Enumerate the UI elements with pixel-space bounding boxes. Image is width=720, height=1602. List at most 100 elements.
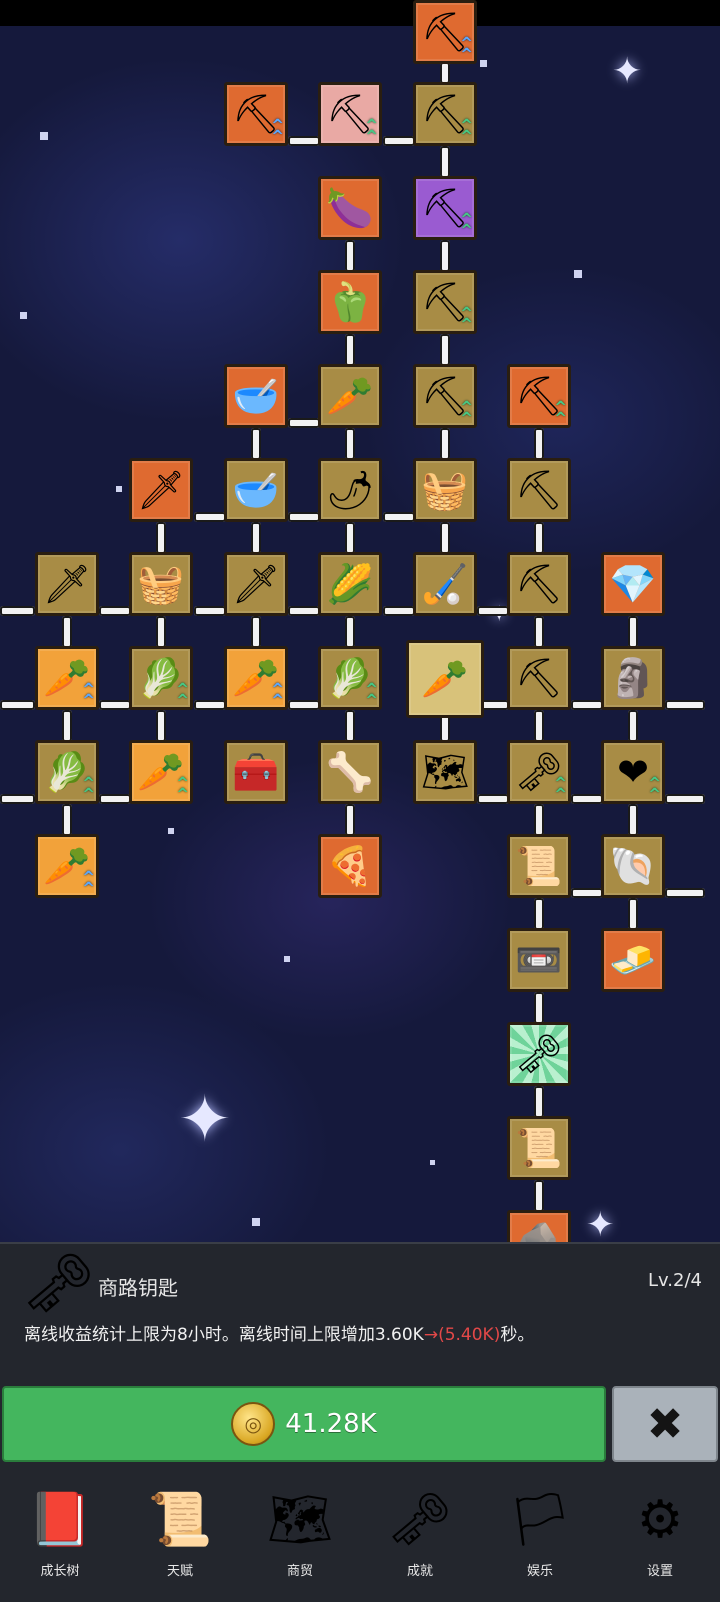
upgrade-chevron-icon: ^ ^ bbox=[365, 115, 378, 145]
item-description: 离线收益统计上限为8小时。离线时间上限增加3.60K→(5.40K)秒。 bbox=[24, 1320, 534, 1345]
tree-node-pepper[interactable]: 🫑 bbox=[318, 270, 382, 334]
nav-item-achievements[interactable]: 🗝 成就 bbox=[365, 1472, 475, 1592]
connector bbox=[440, 62, 450, 84]
tree-node-carrot[interactable]: 🥕 ^ ^ bbox=[224, 646, 288, 710]
tree-node-shovel[interactable]: ⛏ ^ ^ bbox=[413, 82, 477, 146]
connector bbox=[534, 898, 544, 930]
tree-node-pickaxe[interactable]: ⛏ bbox=[507, 458, 571, 522]
tree-node-key-green[interactable]: 🗝 bbox=[507, 1022, 571, 1086]
tree-node-eggplant[interactable]: 🍆 bbox=[318, 176, 382, 240]
upgrade-chevron-icon: ^ ^ bbox=[460, 303, 473, 333]
description-suffix: 秒。 bbox=[500, 1325, 535, 1345]
tree-node-shovel-red[interactable]: ⛏ ^ ^ bbox=[318, 82, 382, 146]
bell-pepper-icon: 🫑 bbox=[326, 280, 374, 324]
sword-icon: 🗡 bbox=[231, 562, 281, 606]
nav-item-settings[interactable]: ⚙ 设置 bbox=[605, 1472, 715, 1592]
status-bar bbox=[0, 0, 720, 26]
tree-node-shovel-purple[interactable]: ⛏ ^ ^ bbox=[413, 176, 477, 240]
connector bbox=[383, 136, 415, 146]
upgrade-button[interactable]: ◎ 41.28K bbox=[2, 1386, 606, 1462]
tree-node-shovel[interactable]: ⛏ ^ ^ bbox=[224, 82, 288, 146]
nav-item-entertainment[interactable]: 🏳 娱乐 bbox=[485, 1472, 595, 1592]
connector bbox=[288, 418, 320, 428]
key-icon: 🗝 bbox=[514, 1032, 564, 1076]
tree-node-sack[interactable]: 🧺 bbox=[413, 458, 477, 522]
upgrade-chevron-icon: ^ ^ bbox=[176, 679, 189, 709]
tree-node-sack[interactable]: 🧺 bbox=[129, 552, 193, 616]
upgrade-chevron-icon: ^ ^ bbox=[460, 33, 473, 63]
connector bbox=[534, 522, 544, 554]
tree-node-radish[interactable]: 🥕 bbox=[318, 364, 382, 428]
description-text: 离线收益统计上限为8小时。离线时间上限增加3.60K bbox=[24, 1325, 424, 1345]
tree-node-corn[interactable]: 🌽 bbox=[318, 552, 382, 616]
tree-node-carrot[interactable]: 🥕 ^ ^ bbox=[35, 646, 99, 710]
connector bbox=[665, 888, 705, 898]
tree-node-stick[interactable]: 🏑 bbox=[413, 552, 477, 616]
connector bbox=[440, 240, 450, 272]
tree-node-carrot[interactable]: 🥕 ^ ^ bbox=[129, 740, 193, 804]
tree-node-bowl[interactable]: 🥣 bbox=[224, 458, 288, 522]
close-button[interactable]: ✖ bbox=[612, 1386, 718, 1462]
bone-icon: 🦴 bbox=[326, 750, 374, 794]
tree-node-sword[interactable]: 🗡 bbox=[35, 552, 99, 616]
tree-node-heart[interactable]: ❤ ^ ^ bbox=[601, 740, 665, 804]
connector bbox=[440, 146, 450, 178]
tree-node-statue[interactable]: 🗿 bbox=[601, 646, 665, 710]
tree-node-cassette[interactable]: 📼 bbox=[507, 928, 571, 992]
tree-node-key-gold[interactable]: 🗝 ^ ^ bbox=[507, 740, 571, 804]
upgrade-chevron-icon: ^ ^ bbox=[82, 867, 95, 897]
tree-node-chest[interactable]: 🧰 bbox=[224, 740, 288, 804]
tree-node-map[interactable]: 🗺 bbox=[413, 740, 477, 804]
tree-node-fossil[interactable]: 🐚 bbox=[601, 834, 665, 898]
tree-node-shovel[interactable]: ⛏ ^ ^ bbox=[413, 364, 477, 428]
tree-node-cabbage[interactable]: 🥬 ^ ^ bbox=[318, 646, 382, 710]
tree-node-shovel[interactable]: ⛏ ^ ^ bbox=[413, 270, 477, 334]
upgrade-chevron-icon: ^ ^ bbox=[271, 115, 284, 145]
tree-node-parchment[interactable]: 📜 bbox=[507, 1116, 571, 1180]
upgrade-chevron-icon: ^ ^ bbox=[176, 773, 189, 803]
tree-node-butter[interactable]: 🧈 bbox=[601, 928, 665, 992]
upgrade-chevron-icon: ^ ^ bbox=[460, 209, 473, 239]
connector bbox=[0, 606, 35, 616]
nav-item-trade[interactable]: 🗺 商贸 bbox=[245, 1472, 355, 1592]
tree-node-sword[interactable]: 🗡 bbox=[224, 552, 288, 616]
tree-node-carrot-center[interactable]: 🥕 bbox=[406, 640, 484, 718]
star bbox=[574, 270, 582, 278]
nav-item-talent[interactable]: 📜 天赋 bbox=[125, 1472, 235, 1592]
chili-icon: 🌶 bbox=[325, 468, 375, 512]
connector bbox=[99, 794, 131, 804]
tree-node-crystal[interactable]: 💎 bbox=[601, 552, 665, 616]
tree-node-pizza[interactable]: 🍕 bbox=[318, 834, 382, 898]
tree-node-shovel-top[interactable]: ⛏ ^ ^ bbox=[413, 0, 477, 64]
tree-node-sword-gold[interactable]: 🗡 bbox=[129, 458, 193, 522]
tree-node-bowl[interactable]: 🥣 bbox=[224, 364, 288, 428]
connector bbox=[0, 794, 35, 804]
star bbox=[252, 1218, 260, 1226]
tree-node-pickaxe[interactable]: ⛏ ^ ^ bbox=[507, 364, 571, 428]
upgrade-chevron-icon: ^ ^ bbox=[271, 679, 284, 709]
soup-bowl-icon: 🥣 bbox=[232, 374, 280, 418]
tree-node-bone[interactable]: 🦴 bbox=[318, 740, 382, 804]
heart-icon: ❤ bbox=[617, 750, 649, 794]
radish-icon: 🥕 bbox=[326, 374, 374, 418]
connector bbox=[383, 606, 415, 616]
tree-node-scroll[interactable]: 📜 bbox=[507, 834, 571, 898]
connector bbox=[628, 710, 638, 742]
sack-icon: 🧺 bbox=[421, 468, 469, 512]
connector bbox=[628, 898, 638, 930]
connector bbox=[440, 428, 450, 460]
nav-item-growth-tree[interactable]: 📕 成长树 bbox=[5, 1472, 115, 1592]
star bbox=[430, 1160, 435, 1165]
upgrade-chevron-icon: ^ ^ bbox=[82, 773, 95, 803]
tree-node-pickaxe[interactable]: ⛏ bbox=[507, 646, 571, 710]
tree-node-cabbage[interactable]: 🥬 ^ ^ bbox=[129, 646, 193, 710]
close-icon: ✖ bbox=[646, 1398, 684, 1450]
tree-node-carrot[interactable]: 🥕 ^ ^ bbox=[35, 834, 99, 898]
map-icon: 🗺 bbox=[266, 1490, 333, 1550]
star bbox=[480, 60, 487, 67]
tree-node-chili[interactable]: 🌶 bbox=[318, 458, 382, 522]
tree-node-cabbage[interactable]: 🥬 ^ ^ bbox=[35, 740, 99, 804]
tree-node-pickaxe[interactable]: ⛏ bbox=[507, 552, 571, 616]
connector bbox=[62, 710, 72, 742]
connector bbox=[288, 700, 320, 710]
